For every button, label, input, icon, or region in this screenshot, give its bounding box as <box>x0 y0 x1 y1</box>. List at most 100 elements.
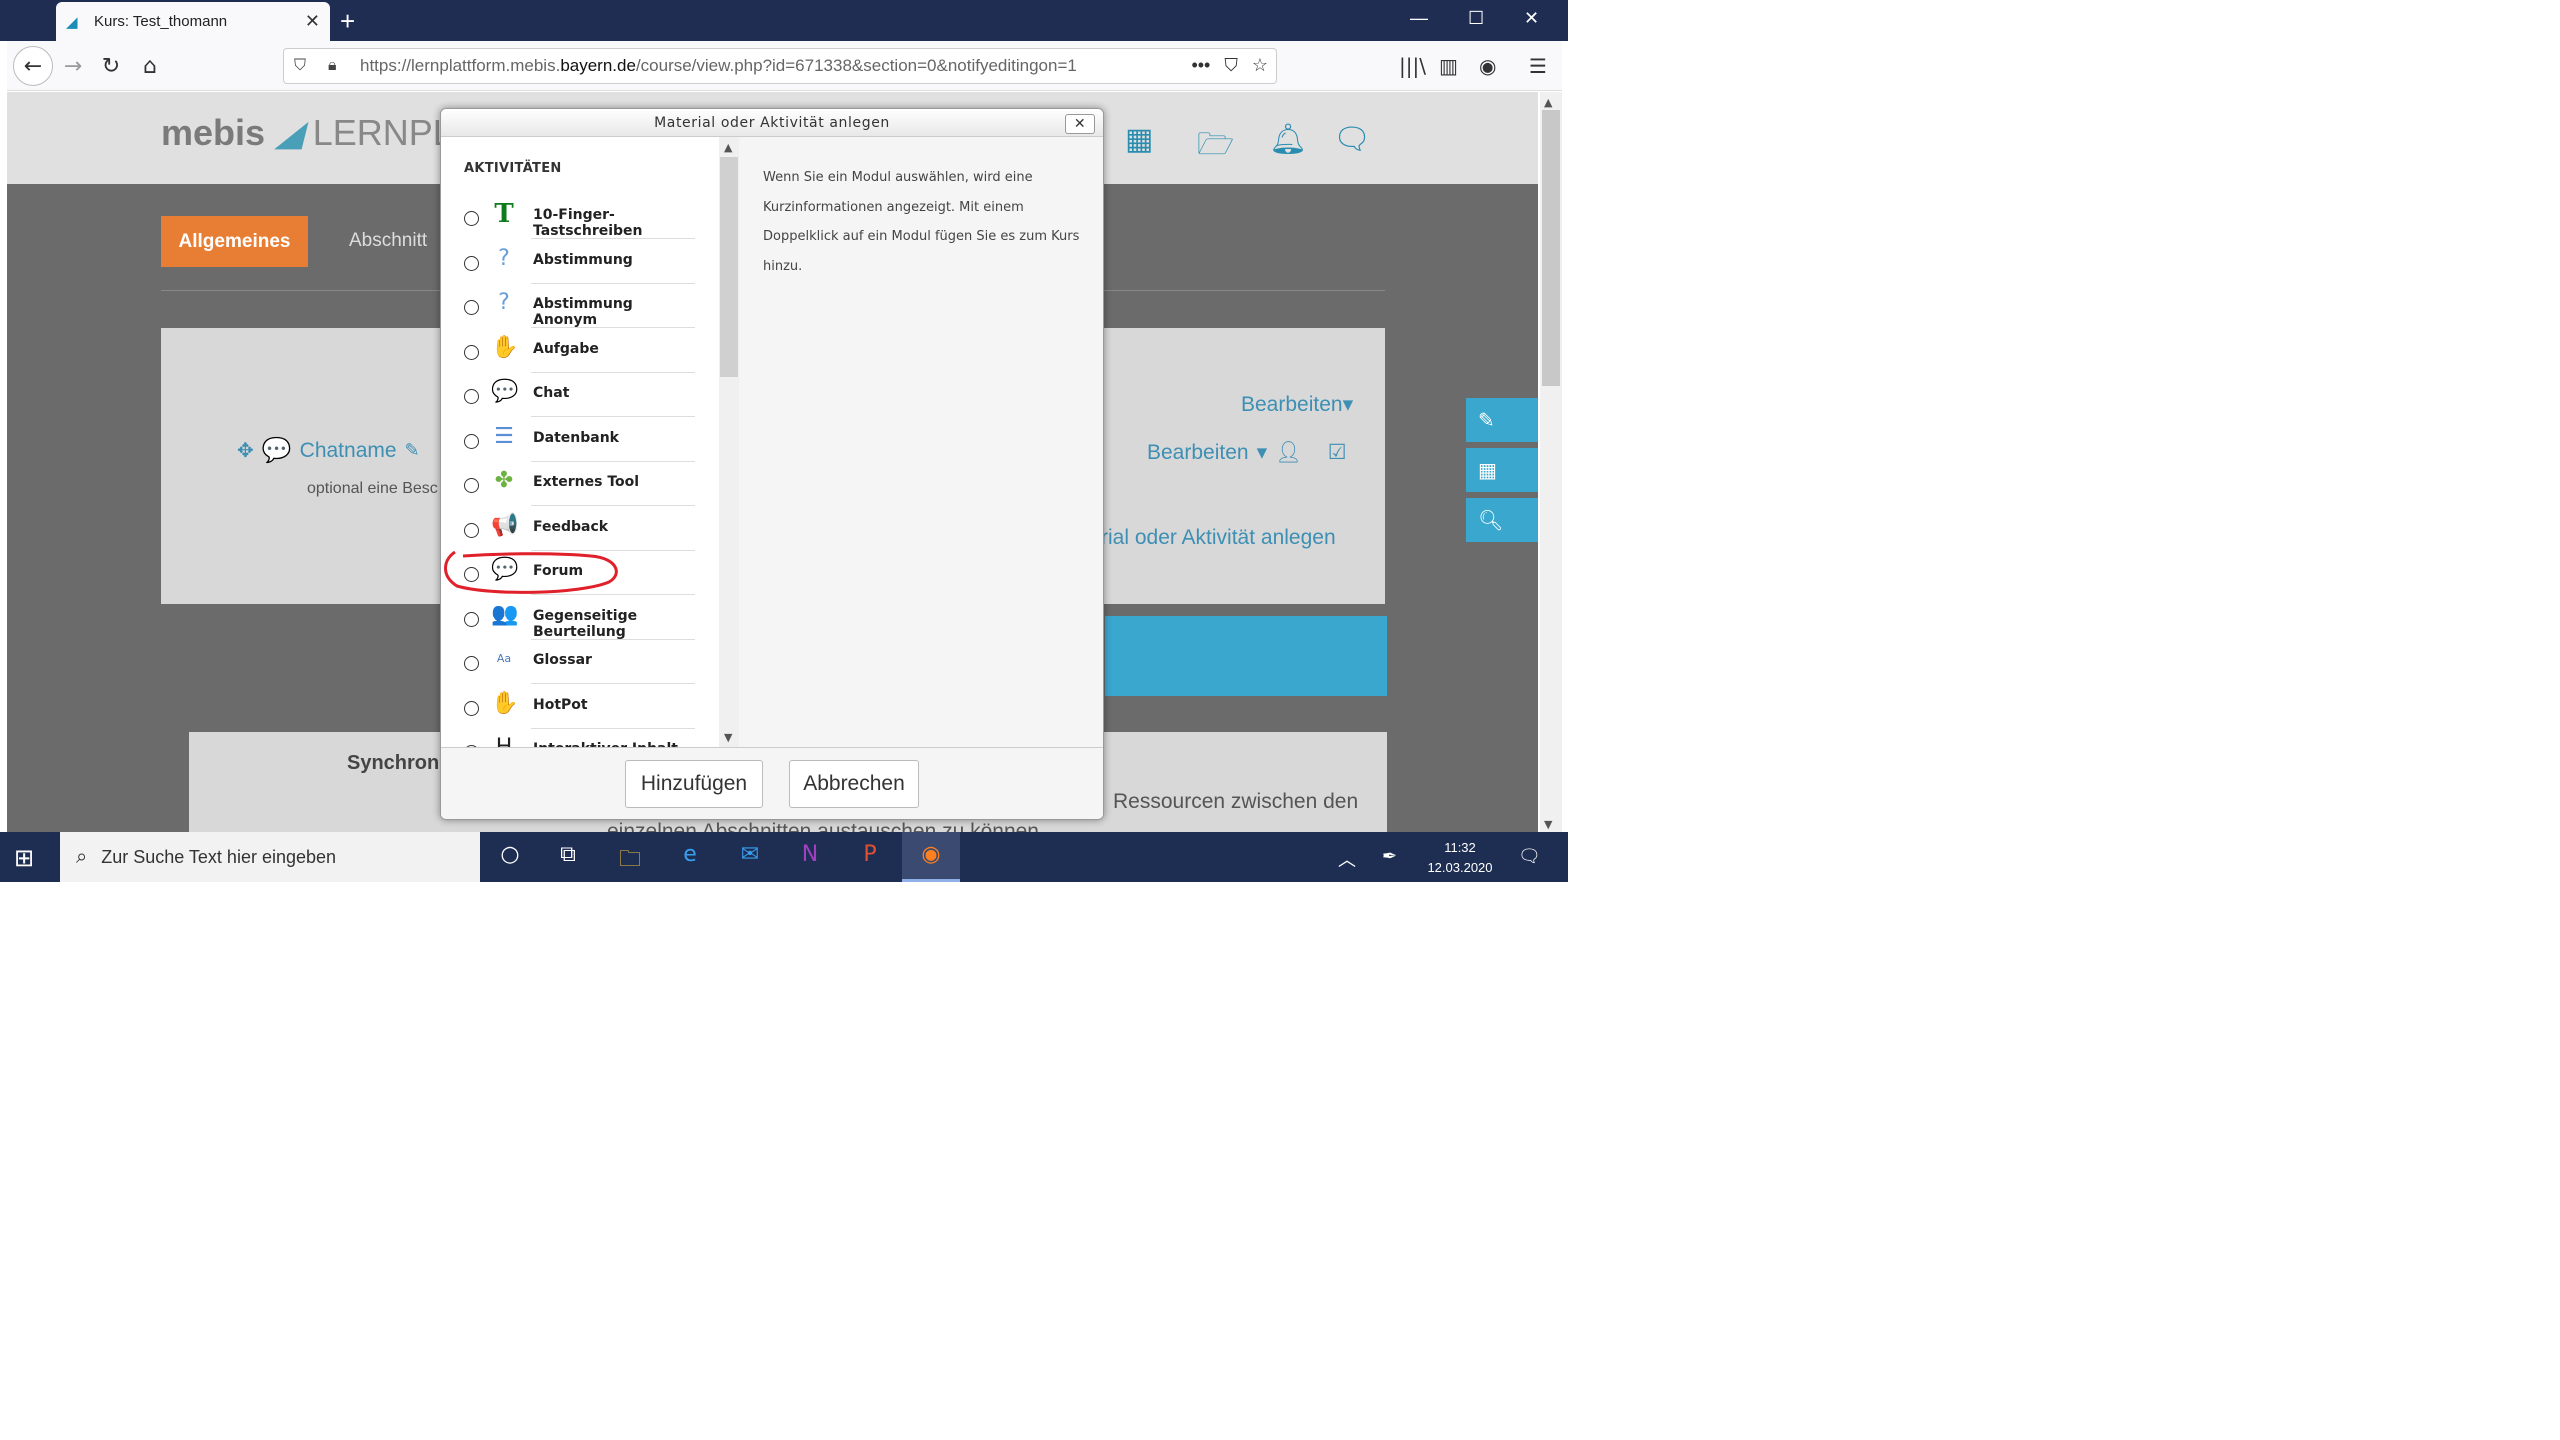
activity-option[interactable]: ? Abstimmung Anonym <box>441 284 697 328</box>
bell-icon[interactable]: 🔔︎ <box>1269 122 1307 157</box>
lock-icon[interactable]: 🔒︎ <box>328 57 350 75</box>
option-radio[interactable] <box>464 211 479 226</box>
activity-icon: ✤ <box>494 468 514 493</box>
url-bar[interactable]: ⛉ 🔒︎ https://lernplattform.mebis.bayern.… <box>283 48 1277 84</box>
option-radio[interactable] <box>464 656 479 671</box>
tab-allgemeines[interactable]: Allgemeines <box>161 216 308 267</box>
home-button[interactable]: ⌂ <box>134 50 166 82</box>
mebis-logo[interactable]: mebis ◢ LERNPLA <box>161 112 477 154</box>
add-activity-link[interactable]: rial oder Aktivität anlegen <box>1101 526 1336 550</box>
notifications-icon[interactable]: 🗨 <box>1518 846 1541 867</box>
option-radio[interactable] <box>464 611 479 627</box>
tray-chevron-icon[interactable]: ︿ <box>1338 846 1356 872</box>
file-explorer-icon[interactable]: 🗀 <box>614 842 646 872</box>
page-actions-icon[interactable]: ••• <box>1191 55 1210 76</box>
taskbar-search-box[interactable]: ⌕ Zur Suche Text hier eingeben <box>60 832 480 882</box>
activity-icon: ☰ <box>494 423 514 449</box>
bookmark-star-icon[interactable]: ☆ <box>1252 55 1268 76</box>
options-scroll-up-icon[interactable]: ▲ <box>724 141 732 154</box>
ressourcen-text: Ressourcen zwischen den <box>1113 790 1359 813</box>
option-radio[interactable] <box>464 389 479 404</box>
option-radio[interactable] <box>464 433 479 449</box>
activity-option[interactable]: T 10-Finger-Tastschreiben <box>441 195 697 239</box>
ressourcen-text-2: einzelnen Abschnitten austauschen zu kön… <box>607 820 1039 832</box>
onenote-icon[interactable]: N <box>794 842 826 872</box>
user-icon[interactable]: 👤︎ <box>1275 441 1302 465</box>
scroll-up-arrow-icon[interactable]: ▲ <box>1544 96 1552 109</box>
edge-icon[interactable]: e <box>674 842 706 872</box>
maximize-button[interactable]: ☐ <box>1468 8 1484 29</box>
add-button[interactable]: Hinzufügen <box>625 760 763 808</box>
scroll-down-arrow-icon[interactable]: ▼ <box>1544 818 1552 831</box>
activity-option[interactable]: ✋ Aufgabe <box>441 329 697 373</box>
activity-chooser-dialog: Material oder Aktivität anlegen ✕ AKTIVI… <box>440 108 1104 820</box>
tab-close-icon[interactable]: ✕ <box>305 11 320 32</box>
windows-taskbar: ⊞ ⌕ Zur Suche Text hier eingeben ○ ⧉ 🗀 e… <box>0 832 1568 882</box>
cortana-icon[interactable]: ○ <box>494 842 526 872</box>
chat-link[interactable]: Chatname <box>300 439 397 463</box>
mail-icon[interactable]: ✉ <box>734 842 766 872</box>
options-scroll-thumb[interactable] <box>720 157 738 377</box>
reload-button[interactable]: ↻ <box>95 50 127 82</box>
activity-edit-menu[interactable]: Bearbeiten ▾ 👤︎ ☑ <box>1147 440 1347 465</box>
account-icon[interactable]: ◉ <box>1479 54 1496 78</box>
windows-start-icon[interactable]: ⊞ <box>14 844 34 872</box>
activity-option[interactable]: 💬 Forum <box>441 551 697 595</box>
activity-option[interactable]: 💬 Chat <box>441 373 697 417</box>
activity-option[interactable]: ☰ Datenbank <box>441 418 697 462</box>
pocket-icon[interactable]: ⛉ <box>1224 55 1238 76</box>
edit-mode-button[interactable]: ✎ <box>1466 398 1538 442</box>
activity-option[interactable]: 📢 Feedback <box>441 507 697 551</box>
option-label: Chat <box>533 385 570 401</box>
activity-option[interactable]: Aa Glossar <box>441 640 697 684</box>
chat-bubbles-icon[interactable]: 🗨 <box>1333 122 1371 157</box>
option-radio[interactable] <box>464 700 479 716</box>
firefox-taskbar-item[interactable]: ◉ <box>902 832 960 882</box>
option-radio[interactable] <box>464 344 479 360</box>
dialog-close-button[interactable]: ✕ <box>1065 114 1095 134</box>
activity-option[interactable]: ? Abstimmung <box>441 240 697 284</box>
activity-option[interactable]: 👥 Gegenseitige Beurteilung <box>441 596 697 640</box>
page-scrollbar[interactable]: ▲ ▼ <box>1540 92 1562 832</box>
activity-option[interactable]: HInteraktiver Inhalt <box>441 729 697 747</box>
options-scrollbar[interactable]: ▲ ▼ <box>719 137 739 747</box>
tracking-shield-icon[interactable]: ⛉ <box>294 57 316 75</box>
option-label: Forum <box>533 563 584 579</box>
browser-tab[interactable]: ◢ Kurs: Test_thomann ✕ <box>56 2 330 41</box>
folder-icon[interactable]: 🗁 <box>1197 122 1234 173</box>
new-tab-button[interactable]: + <box>340 6 355 37</box>
blocks-button[interactable]: ▦ <box>1466 448 1538 492</box>
close-window-button[interactable]: ✕ <box>1524 8 1539 29</box>
section-edit-menu[interactable]: Bearbeiten▾ <box>1241 392 1353 417</box>
search-side-button[interactable]: 🔍︎ <box>1466 498 1538 542</box>
library-icon[interactable]: |||\ <box>1399 54 1426 78</box>
option-radio[interactable] <box>464 300 479 315</box>
activity-option[interactable]: ✤ Externes Tool <box>441 462 697 506</box>
dashboard-grid-icon[interactable]: ▦ <box>1125 122 1153 157</box>
option-label: HotPot <box>533 696 588 713</box>
tab-abschnitt[interactable]: Abschnitt <box>349 230 427 252</box>
back-button[interactable]: ← <box>13 46 53 86</box>
option-radio[interactable] <box>464 522 479 538</box>
forward-button[interactable]: → <box>57 50 89 82</box>
powerpoint-icon[interactable]: P <box>854 842 886 872</box>
pen-icon[interactable]: ✒ <box>1382 846 1397 867</box>
option-radio[interactable] <box>464 255 479 271</box>
menu-icon[interactable]: ☰ <box>1529 54 1547 78</box>
option-radio[interactable] <box>464 567 479 582</box>
option-radio[interactable] <box>464 478 479 493</box>
tab-title: Kurs: Test_thomann <box>94 13 228 30</box>
move-icon[interactable]: ✥ <box>237 438 254 463</box>
scrollbar-thumb[interactable] <box>1542 110 1560 386</box>
activity-option[interactable]: ✋ HotPot <box>441 685 697 729</box>
options-scroll-down-icon[interactable]: ▼ <box>724 731 732 744</box>
edit-pencil-icon[interactable]: ✎ <box>405 440 420 461</box>
minimize-button[interactable]: — <box>1410 8 1428 29</box>
clock[interactable]: 11:32 12.03.2020 <box>1420 838 1500 878</box>
checkbox-icon[interactable]: ☑ <box>1328 440 1347 465</box>
grid-icon: ▦ <box>1478 458 1497 482</box>
window-titlebar: ◢ Kurs: Test_thomann ✕ + — ☐ ✕ <box>0 0 1568 41</box>
cancel-button[interactable]: Abbrechen <box>789 760 919 808</box>
task-view-icon[interactable]: ⧉ <box>552 842 584 872</box>
sidebar-icon[interactable]: ▥ <box>1439 54 1458 78</box>
